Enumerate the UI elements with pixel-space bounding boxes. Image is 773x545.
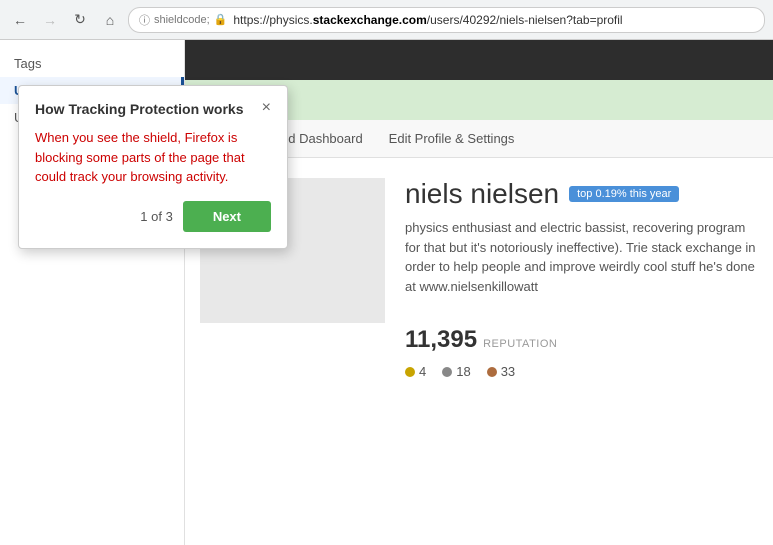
- page-indicator: 1 of 3: [140, 209, 173, 224]
- gold-badge: 4: [405, 364, 426, 379]
- address-bar[interactable]: ⓘ shieldcode; 🔒 https://physics.stackexc…: [128, 7, 765, 33]
- reputation-number: 11,395: [405, 326, 477, 354]
- tooltip-highlight: When you see the shield, Firefox is bloc…: [35, 130, 245, 184]
- secure-icon: 🔒: [214, 13, 228, 26]
- bronze-dot: [487, 367, 497, 377]
- gold-dot: [405, 367, 415, 377]
- profile-name: niels nielsen top 0.19% this year: [405, 178, 758, 210]
- page-content: Tags Users Unanswered Activity Mod Dashb…: [0, 40, 773, 545]
- tracking-protection-popup: How Tracking Protection works × When you…: [18, 85, 288, 249]
- tooltip-header: How Tracking Protection works ×: [35, 100, 271, 118]
- profile-info: niels nielsen top 0.19% this year physic…: [405, 178, 758, 379]
- silver-dot: [442, 367, 452, 377]
- next-button[interactable]: Next: [183, 201, 271, 232]
- reputation-row: 11,395 REPUTATION: [405, 326, 758, 354]
- refresh-button[interactable]: ↻: [68, 8, 92, 32]
- home-button[interactable]: ⌂: [98, 8, 122, 32]
- sidebar-item-tags[interactable]: Tags: [0, 50, 184, 77]
- silver-badge: 18: [442, 364, 470, 379]
- info-icon: ⓘ: [139, 12, 150, 28]
- badge-row: 4 18 33: [405, 364, 758, 379]
- top-badge: top 0.19% this year: [569, 186, 679, 202]
- se-header: [185, 40, 773, 80]
- tooltip-title: How Tracking Protection works: [35, 100, 254, 118]
- tooltip-body: When you see the shield, Firefox is bloc…: [35, 128, 271, 187]
- reputation-label: REPUTATION: [483, 338, 557, 350]
- forward-button[interactable]: →: [38, 8, 62, 32]
- url-display: https://physics.stackexchange.com/users/…: [233, 13, 622, 27]
- tab-edit-profile[interactable]: Edit Profile & Settings: [381, 125, 523, 152]
- profile-bio: physics enthusiast and electric bassist,…: [405, 218, 758, 296]
- security-icons: ⓘ shieldcode; 🔒: [139, 12, 227, 28]
- back-button[interactable]: ←: [8, 8, 32, 32]
- tooltip-close-button[interactable]: ×: [262, 100, 271, 116]
- shield-icon: shieldcode;: [154, 14, 210, 26]
- bronze-badge: 33: [487, 364, 515, 379]
- tooltip-footer: 1 of 3 Next: [35, 201, 271, 232]
- browser-chrome: ← → ↻ ⌂ ⓘ shieldcode; 🔒 https://physics.…: [0, 0, 773, 40]
